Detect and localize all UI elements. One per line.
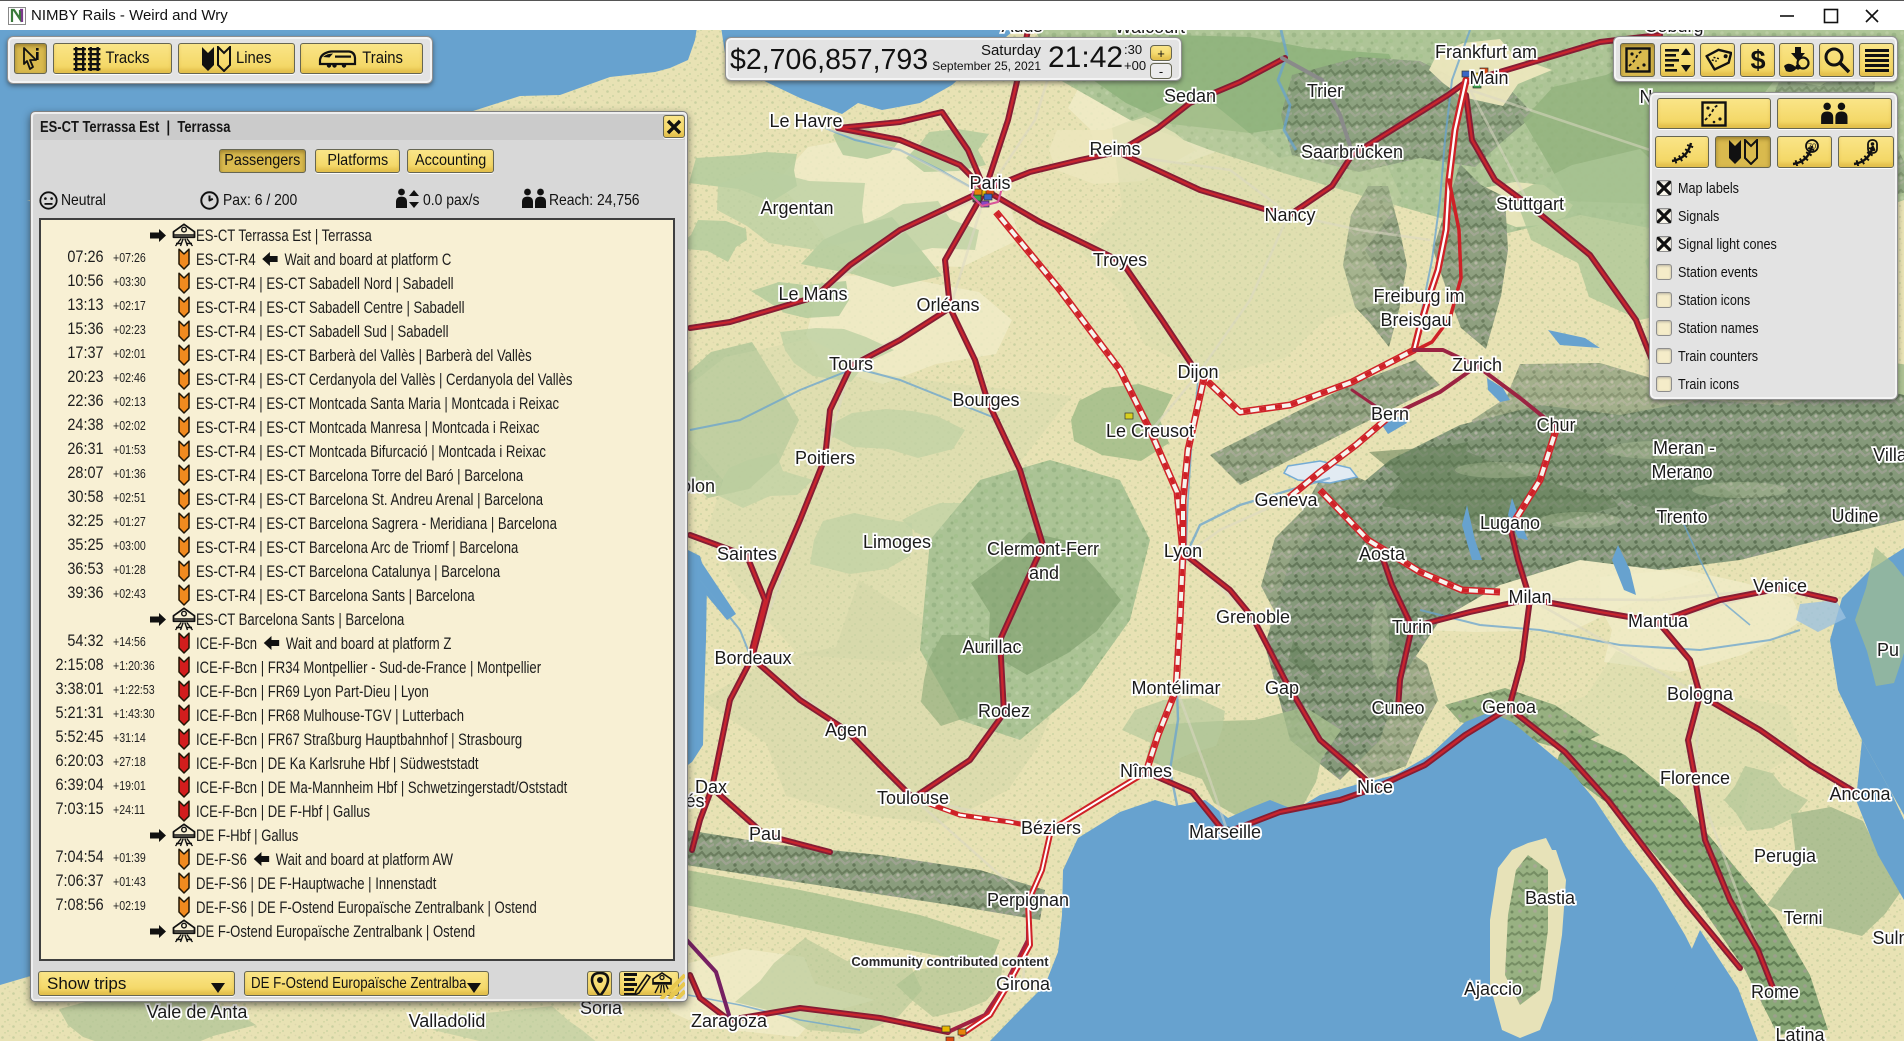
- svg-text:Bern: Bern: [1371, 404, 1409, 424]
- svg-text:Clermont-Ferr: Clermont-Ferr: [987, 539, 1099, 559]
- svg-text:Bourges: Bourges: [952, 390, 1019, 410]
- svg-text:Sedan: Sedan: [1164, 86, 1216, 106]
- svg-text:Nîmes: Nîmes: [1120, 761, 1172, 781]
- svg-text:Chur: Chur: [1536, 415, 1575, 435]
- svg-text:Pau: Pau: [749, 824, 781, 844]
- svg-text:Genoa: Genoa: [1482, 697, 1537, 717]
- svg-text:Ajaccio: Ajaccio: [1464, 979, 1522, 999]
- svg-text:Community contributed content: Community contributed content: [851, 954, 1049, 969]
- svg-text:Argentan: Argentan: [760, 198, 833, 218]
- svg-text:Dijon: Dijon: [1177, 362, 1218, 382]
- svg-text:$: $: [1750, 46, 1765, 74]
- svg-text:Meran -: Meran -: [1653, 438, 1715, 458]
- svg-text:Lugano: Lugano: [1480, 513, 1540, 533]
- svg-text:Merano: Merano: [1651, 462, 1712, 482]
- svg-text:Aosta: Aosta: [1359, 544, 1406, 564]
- svg-text:Zurich: Zurich: [1452, 355, 1502, 375]
- svg-text:Sulm: Sulm: [1872, 928, 1904, 948]
- svg-text:Perpignan: Perpignan: [987, 890, 1069, 910]
- svg-text:Le Mans: Le Mans: [778, 284, 847, 304]
- svg-text:Mantua: Mantua: [1628, 611, 1689, 631]
- svg-text:Trento: Trento: [1656, 507, 1707, 527]
- svg-text:Le Creusot: Le Creusot: [1106, 421, 1194, 441]
- svg-text:and: and: [1029, 563, 1059, 583]
- svg-text:Orléans: Orléans: [916, 295, 979, 315]
- svg-text:Limoges: Limoges: [863, 532, 931, 552]
- svg-text:Bastia: Bastia: [1525, 888, 1576, 908]
- svg-text:Marseille: Marseille: [1189, 822, 1261, 842]
- svg-text:Rodez: Rodez: [978, 701, 1030, 721]
- svg-text:Tours: Tours: [829, 354, 873, 374]
- svg-text:Bordeaux: Bordeaux: [714, 648, 791, 668]
- svg-text:Udine: Udine: [1831, 506, 1878, 526]
- svg-text:és: és: [685, 791, 704, 811]
- svg-text:Florence: Florence: [1660, 768, 1730, 788]
- svg-text:Grenoble: Grenoble: [1216, 607, 1290, 627]
- svg-text:Terni: Terni: [1783, 908, 1822, 928]
- svg-text:Montélimar: Montélimar: [1131, 678, 1220, 698]
- svg-text:Turin: Turin: [1392, 617, 1432, 637]
- svg-text:Saintes: Saintes: [717, 544, 777, 564]
- svg-text:Stuttgart: Stuttgart: [1496, 194, 1564, 214]
- svg-text:70: 70: [1807, 141, 1815, 150]
- svg-text:Troyes: Troyes: [1093, 250, 1147, 270]
- svg-text:Paris: Paris: [969, 173, 1010, 193]
- svg-text:Reims: Reims: [1089, 139, 1140, 159]
- svg-text:Zaragoza: Zaragoza: [691, 1011, 768, 1031]
- svg-text:Nice: Nice: [1357, 777, 1393, 797]
- svg-text:Milan: Milan: [1508, 587, 1551, 607]
- svg-text:Girona: Girona: [996, 974, 1051, 994]
- svg-text:Vale de Anta: Vale de Anta: [147, 1002, 249, 1022]
- svg-text:Béziers: Béziers: [1021, 818, 1081, 838]
- svg-text:Nancy: Nancy: [1264, 205, 1315, 225]
- svg-text:Bologna: Bologna: [1667, 684, 1734, 704]
- svg-text:Villa: Villa: [1873, 445, 1904, 465]
- svg-text:Cuneo: Cuneo: [1371, 698, 1424, 718]
- svg-text:Latina: Latina: [1775, 1025, 1825, 1041]
- svg-text:Main: Main: [1469, 68, 1508, 88]
- svg-text:Pu: Pu: [1877, 640, 1899, 660]
- svg-text:Perugia: Perugia: [1754, 846, 1817, 866]
- svg-text:Freiburg im: Freiburg im: [1373, 286, 1464, 306]
- svg-text:Geneva: Geneva: [1254, 490, 1318, 510]
- svg-text:Aurillac: Aurillac: [962, 637, 1021, 657]
- svg-text:Rome: Rome: [1751, 982, 1799, 1002]
- svg-text:Valladolid: Valladolid: [409, 1011, 486, 1031]
- svg-text:Lyon: Lyon: [1164, 541, 1202, 561]
- svg-text:Poitiers: Poitiers: [795, 448, 855, 468]
- svg-text:Frankfurt am: Frankfurt am: [1435, 42, 1537, 62]
- svg-text:Agen: Agen: [825, 720, 867, 740]
- svg-text:Le Havre: Le Havre: [769, 111, 842, 131]
- svg-text:Trier: Trier: [1307, 81, 1343, 101]
- svg-text:Saarbrücken: Saarbrücken: [1301, 142, 1403, 162]
- svg-text:Venice: Venice: [1753, 576, 1807, 596]
- svg-text:Toulouse: Toulouse: [877, 788, 949, 808]
- svg-text:Breisgau: Breisgau: [1380, 310, 1451, 330]
- svg-text:Gap: Gap: [1265, 678, 1299, 698]
- svg-text:Ancona: Ancona: [1829, 784, 1891, 804]
